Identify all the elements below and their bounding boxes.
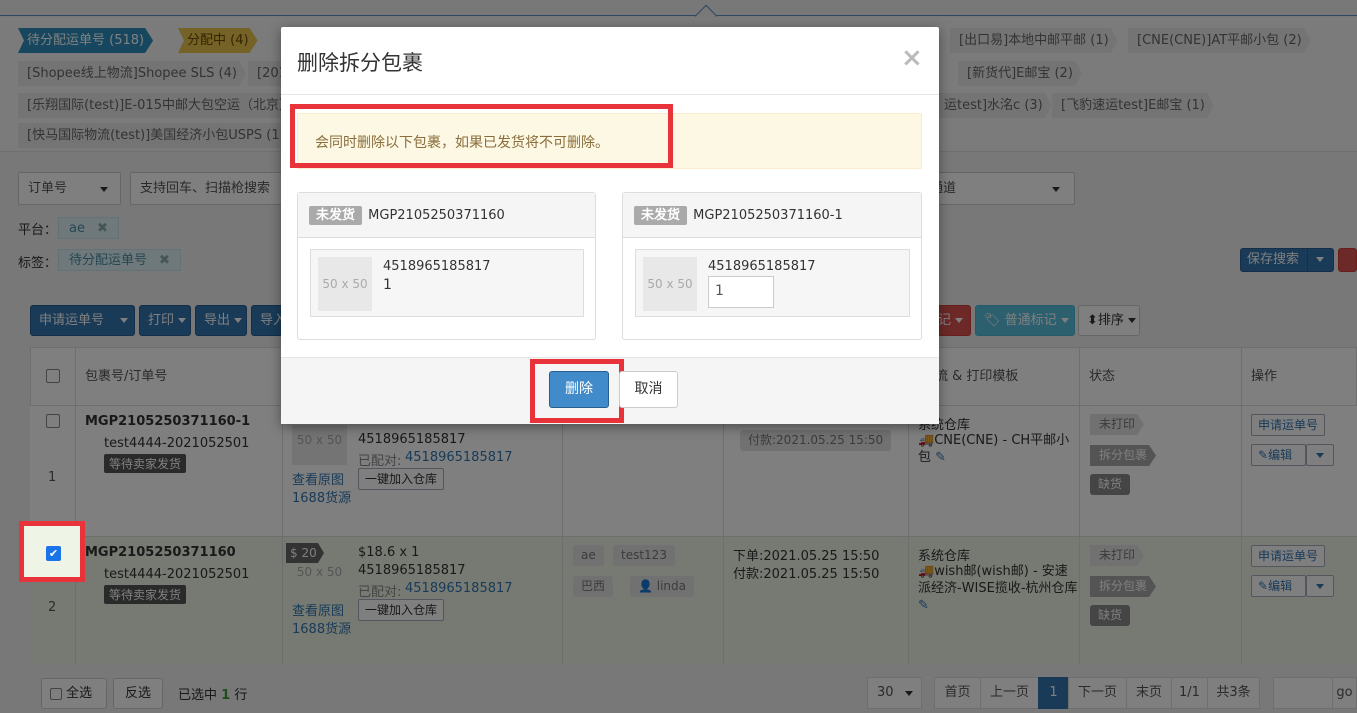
package-number: MGP2105250371160-1: [693, 208, 843, 223]
panel-heading: 未发货 MGP2105250371160: [309, 204, 505, 225]
item-sku: 4518965185817: [383, 259, 491, 274]
status-label: 未发货: [634, 206, 688, 225]
delete-button[interactable]: 删除: [549, 371, 609, 408]
dialog-header-divider: [281, 94, 939, 95]
quantity-input[interactable]: 1: [708, 276, 774, 308]
package-panel-right: 未发货 MGP2105250371160-1 50 x 50 451896518…: [622, 192, 922, 340]
checkbox-highlight: ✔: [19, 521, 85, 582]
close-icon[interactable]: ×: [901, 43, 923, 73]
panel-heading: 未发货 MGP2105250371160-1: [634, 204, 843, 225]
item-thumbnail: 50 x 50: [318, 257, 372, 311]
item-qty: 1: [383, 277, 392, 293]
status-label: 未发货: [309, 206, 363, 225]
item-sku: 4518965185817: [708, 259, 816, 274]
warning-text: 会同时删除以下包裹，如果已发货将不可删除。: [315, 135, 609, 151]
cancel-button[interactable]: 取消: [619, 371, 678, 408]
item-row: 50 x 50 4518965185817 1: [310, 249, 584, 317]
dialog-title: 删除拆分包裹: [297, 51, 423, 75]
delete-split-package-dialog: 删除拆分包裹 × 会同时删除以下包裹，如果已发货将不可删除。 未发货 MGP21…: [281, 27, 939, 424]
item-row: 50 x 50 4518965185817 1: [635, 249, 910, 317]
package-number: MGP2105250371160: [368, 208, 505, 223]
check-icon[interactable]: ✔: [46, 546, 61, 561]
item-thumbnail: 50 x 50: [643, 257, 697, 311]
package-panel-left: 未发货 MGP2105250371160 50 x 50 45189651858…: [297, 192, 596, 340]
